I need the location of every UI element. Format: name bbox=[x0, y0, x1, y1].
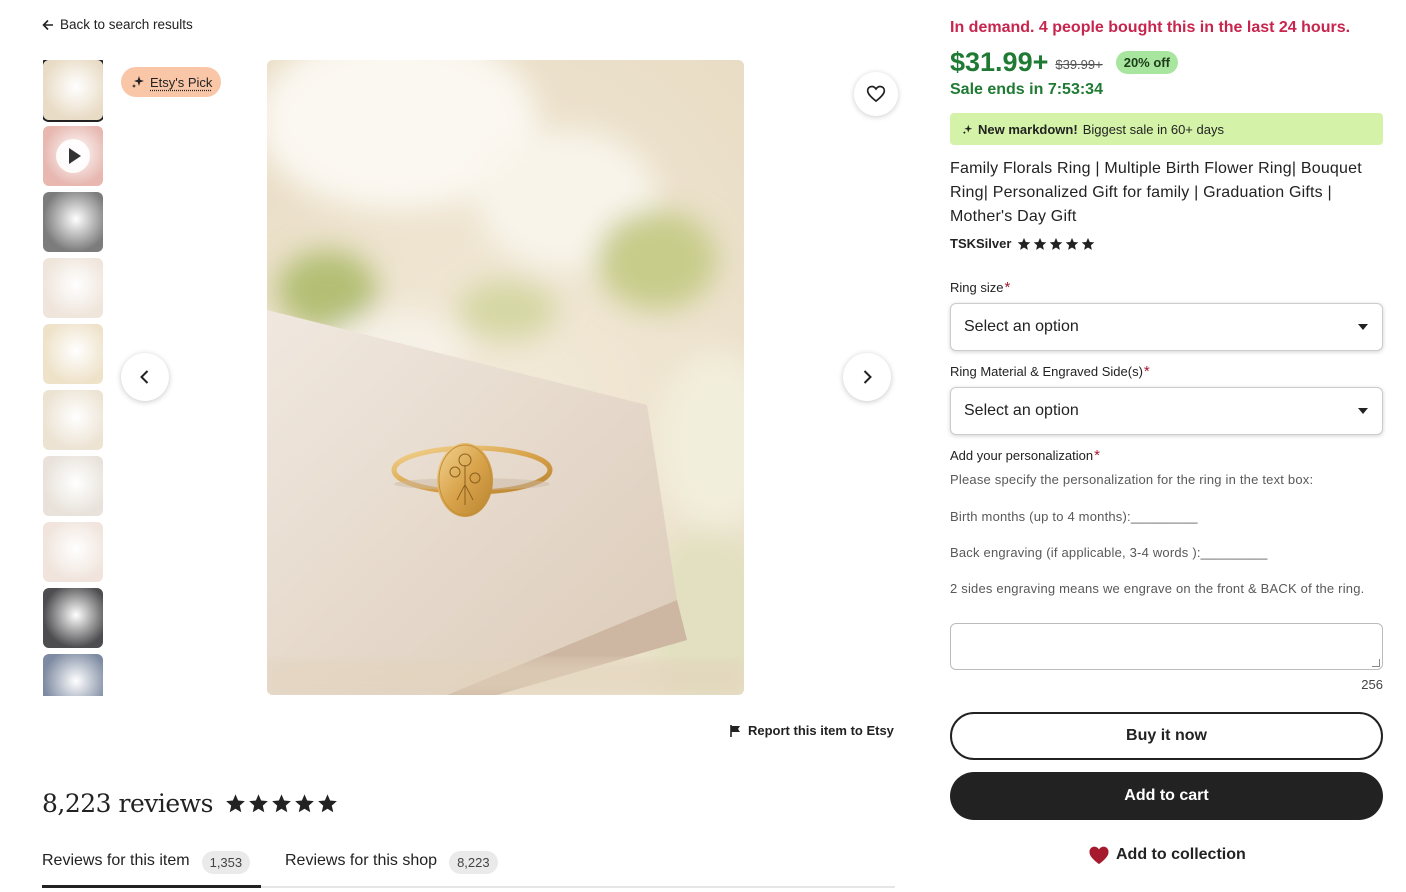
tab-reviews-for-shop[interactable]: Reviews for this shop 8,223 bbox=[285, 846, 498, 888]
shop-link[interactable]: TSKSilver bbox=[950, 236, 1095, 251]
play-icon bbox=[56, 139, 90, 173]
chevron-right-icon bbox=[863, 370, 872, 384]
reviews-count: 8,223 reviews bbox=[42, 789, 213, 818]
required-mark: * bbox=[1004, 279, 1011, 296]
reviews-heading: 8,223 reviews bbox=[42, 789, 338, 818]
tab-label: Reviews for this shop bbox=[285, 852, 438, 869]
sale-countdown: Sale ends in 7:53:34 bbox=[950, 81, 1103, 98]
original-price: $39.99+ bbox=[1055, 56, 1103, 72]
star-icon bbox=[226, 794, 245, 813]
star-icon bbox=[1066, 237, 1079, 250]
character-count: 256 bbox=[1361, 677, 1383, 692]
required-mark: * bbox=[1094, 447, 1100, 464]
sparkle-icon bbox=[962, 124, 973, 134]
star-icon bbox=[1034, 237, 1047, 250]
thumbnail-gift-box[interactable] bbox=[43, 456, 103, 516]
personalization-label-text: Add your personalization bbox=[950, 448, 1094, 463]
star-icon bbox=[318, 794, 337, 813]
star-icon bbox=[1050, 237, 1063, 250]
thumbnail-ring-pink[interactable] bbox=[43, 522, 103, 582]
heart-filled-icon bbox=[1089, 846, 1109, 865]
review-tabs: Reviews for this item 1,353 Reviews for … bbox=[42, 846, 895, 888]
star-icon bbox=[295, 794, 314, 813]
thumbnail-video-hand[interactable] bbox=[43, 126, 103, 186]
etsys-pick-badge[interactable]: Etsy's Pick bbox=[121, 67, 222, 97]
back-to-search-link[interactable]: Back to search results bbox=[42, 17, 193, 32]
shop-star-rating bbox=[1017, 237, 1095, 251]
next-image-button[interactable] bbox=[843, 353, 891, 401]
tab-count-badge: 1,353 bbox=[201, 851, 251, 874]
thumbnail-hand-jeans[interactable] bbox=[43, 654, 103, 696]
add-to-collection-button[interactable]: Add to collection bbox=[1088, 845, 1246, 865]
price-row: $31.99+ $39.99+ 20% off bbox=[950, 47, 1178, 78]
material-select[interactable]: Select an option bbox=[950, 387, 1383, 435]
resize-handle-icon[interactable] bbox=[1372, 659, 1380, 667]
caret-down-icon bbox=[1358, 408, 1368, 414]
demand-notice: In demand. 4 people bought this in the l… bbox=[950, 19, 1351, 36]
ring-size-label: Ring size* bbox=[950, 279, 1010, 296]
add-to-cart-button[interactable]: Add to cart bbox=[950, 772, 1383, 820]
thumbnail-ring-stack[interactable] bbox=[43, 390, 103, 450]
thumbnail-ring-front[interactable] bbox=[43, 60, 103, 122]
add-to-collection-label: Add to collection bbox=[1116, 846, 1246, 863]
flag-icon bbox=[730, 724, 740, 737]
thumbnail-hand-ring[interactable] bbox=[43, 192, 103, 252]
material-value: Select an option bbox=[964, 402, 1079, 419]
buy-it-now-button[interactable]: Buy it now bbox=[950, 712, 1383, 760]
ring-size-select[interactable]: Select an option bbox=[950, 303, 1383, 351]
markdown-title: New markdown! bbox=[978, 121, 1078, 137]
report-item-link[interactable]: Report this item to Etsy bbox=[730, 723, 894, 738]
thumbnail-rings-set[interactable] bbox=[43, 258, 103, 318]
tab-label: Reviews for this item bbox=[42, 852, 190, 869]
sale-price: $31.99+ bbox=[950, 47, 1049, 77]
sparkle-icon bbox=[132, 76, 144, 88]
thumbnail-strip[interactable] bbox=[43, 60, 103, 696]
tab-reviews-for-item[interactable]: Reviews for this item 1,353 bbox=[42, 846, 261, 888]
caret-down-icon bbox=[1358, 324, 1368, 330]
tab-count-badge: 8,223 bbox=[449, 851, 498, 874]
markdown-banner: New markdown! Biggest sale in 60+ days bbox=[950, 113, 1383, 145]
personalization-instruction-1: Please specify the personalization for t… bbox=[950, 472, 1314, 487]
thumbnail-ring-box[interactable] bbox=[43, 324, 103, 384]
star-icon bbox=[1082, 237, 1095, 250]
ring-photo bbox=[267, 60, 744, 695]
thumbnail-hand-dark[interactable] bbox=[43, 588, 103, 648]
main-product-image[interactable] bbox=[267, 60, 744, 695]
heart-outline-icon bbox=[866, 85, 886, 103]
favorite-button[interactable] bbox=[854, 72, 898, 116]
report-item-label: Report this item to Etsy bbox=[748, 723, 894, 738]
ring-size-value: Select an option bbox=[964, 318, 1079, 335]
shop-name: TSKSilver bbox=[950, 236, 1012, 251]
personalization-textarea[interactable] bbox=[950, 623, 1383, 670]
arrow-left-icon bbox=[42, 19, 53, 30]
markdown-text: Biggest sale in 60+ days bbox=[1082, 121, 1224, 137]
ring-size-label-text: Ring size bbox=[950, 280, 1004, 295]
star-icon bbox=[249, 794, 268, 813]
personalization-instruction-3: Back engraving (if applicable, 3-4 words… bbox=[950, 545, 1268, 560]
previous-image-button[interactable] bbox=[121, 353, 169, 401]
etsys-pick-label: Etsy's Pick bbox=[150, 74, 213, 90]
listing-title: Family Florals Ring | Multiple Birth Flo… bbox=[950, 160, 1362, 225]
personalization-label: Add your personalization* bbox=[950, 447, 1100, 464]
star-icon bbox=[272, 794, 291, 813]
material-label-text: Ring Material & Engraved Side(s) bbox=[950, 364, 1143, 379]
required-mark: * bbox=[1143, 363, 1150, 380]
star-icon bbox=[1018, 237, 1031, 250]
back-link-label: Back to search results bbox=[60, 17, 193, 32]
discount-badge: 20% off bbox=[1115, 51, 1178, 74]
reviews-star-rating bbox=[225, 793, 338, 814]
personalization-instruction-4: 2 sides engraving means we engrave on th… bbox=[950, 581, 1365, 596]
personalization-instruction-2: Birth months (up to 4 months):_________ bbox=[950, 509, 1198, 524]
material-label: Ring Material & Engraved Side(s)* bbox=[950, 363, 1150, 380]
chevron-left-icon bbox=[140, 370, 149, 384]
